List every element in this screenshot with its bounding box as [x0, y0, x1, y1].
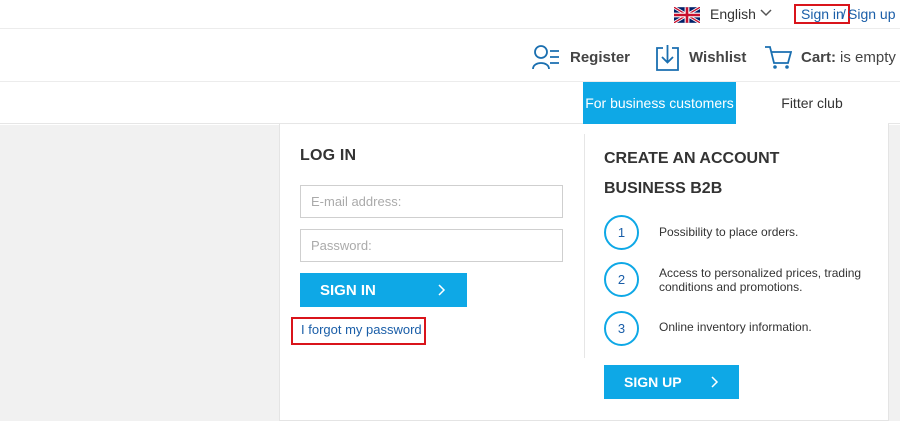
step-number-circle: 1: [604, 215, 639, 250]
benefit-text: Access to personalized prices, trading c…: [659, 266, 862, 294]
benefit-text: Online inventory information.: [659, 320, 812, 334]
wishlist-link[interactable]: Wishlist: [655, 44, 746, 71]
chevron-right-icon: [711, 376, 719, 388]
password-field[interactable]: [300, 229, 563, 262]
wishlist-label: Wishlist: [689, 49, 747, 66]
chevron-right-icon: [438, 284, 446, 296]
uk-flag-icon[interactable]: [674, 7, 700, 23]
benefit-text: Possibility to place orders.: [659, 225, 799, 239]
login-dropdown-panel: LOG IN SIGN IN I forgot my password CREA…: [279, 124, 889, 421]
sign-in-button[interactable]: SIGN IN: [300, 273, 467, 307]
panel-divider: [584, 134, 585, 358]
sign-up-button-label: SIGN UP: [624, 374, 682, 390]
email-field[interactable]: [300, 185, 563, 218]
sign-up-link[interactable]: Sign up: [848, 6, 895, 22]
chevron-down-icon[interactable]: [760, 9, 772, 17]
register-label: Register: [570, 48, 631, 66]
download-box-icon: [656, 45, 679, 71]
tab-fitter-club[interactable]: Fitter club: [736, 82, 888, 124]
shopping-cart-icon: [765, 46, 792, 69]
language-selector[interactable]: English: [710, 6, 756, 22]
register-link[interactable]: Register: [532, 44, 630, 70]
sign-in-button-label: SIGN IN: [320, 281, 376, 299]
cart-status: is empty: [840, 48, 896, 66]
tab-business-customers[interactable]: For business customers: [583, 82, 736, 124]
forgot-password-link[interactable]: I forgot my password: [291, 317, 426, 345]
sign-up-button[interactable]: SIGN UP: [604, 365, 739, 399]
login-title: LOG IN: [300, 147, 357, 164]
step-number-circle: 2: [604, 262, 639, 297]
link-separator: /: [842, 6, 846, 22]
top-bar: English Sign in / Sign up: [0, 0, 900, 29]
user-list-icon: [532, 45, 559, 70]
create-account-title: CREATE AN ACCOUNT BUSINESS B2B: [604, 150, 780, 197]
header: Register Wishlist Cart: is empty: [0, 30, 900, 82]
cart-label: Cart:: [801, 48, 837, 66]
step-number-circle: 3: [604, 311, 639, 346]
main-nav: For business customers Fitter club: [0, 82, 900, 124]
cart-link[interactable]: Cart: is empty: [764, 44, 896, 70]
